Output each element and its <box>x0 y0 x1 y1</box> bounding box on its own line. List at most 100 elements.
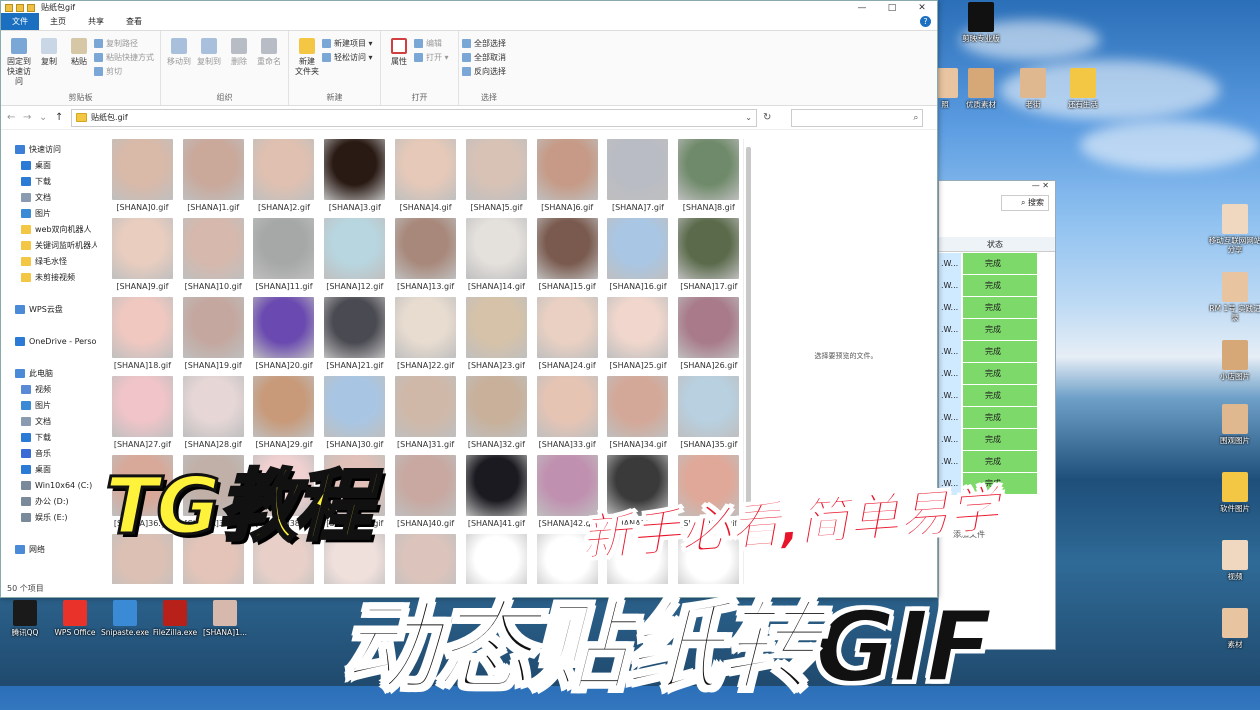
file-item[interactable]: [SHANA]5.gif <box>461 139 532 218</box>
file-item[interactable]: [SHANA]1.gif <box>178 139 249 218</box>
nav-item[interactable]: 图片 <box>1 205 97 221</box>
file-item[interactable]: [SHANA]32.gif <box>461 376 532 455</box>
paste-shortcut-button[interactable]: 粘贴快捷方式 <box>94 52 154 63</box>
nav-item[interactable]: 下载 <box>1 429 97 445</box>
tab-file[interactable]: 文件 <box>1 13 39 30</box>
nav-item[interactable]: 此电脑 <box>1 365 97 381</box>
select-all-button[interactable]: 全部选择 <box>462 38 506 49</box>
nav-item[interactable]: 绿毛水怪 <box>1 253 97 269</box>
nav-item[interactable]: 文档 <box>1 189 97 205</box>
minimize-button[interactable]: — <box>847 3 877 13</box>
file-item[interactable]: [SHANA]13.gif <box>390 218 461 297</box>
address-bar[interactable]: 贴纸包.gif ⌄ <box>71 108 757 127</box>
file-item[interactable]: [SHANA]9.gif <box>107 218 178 297</box>
nav-item[interactable]: 快速访问 <box>1 141 97 157</box>
desktop-icon[interactable]: 小店图片 <box>1206 340 1260 381</box>
desktop-shortcut[interactable]: WPS Office <box>50 600 100 637</box>
file-item[interactable]: [SHANA]14.gif <box>461 218 532 297</box>
nav-item[interactable]: 未剪接视频 <box>1 269 97 285</box>
quick-access-toolbar[interactable] <box>5 3 35 12</box>
dropdown-chevron-icon[interactable]: ⌄ <box>745 113 752 122</box>
help-icon[interactable]: ? <box>920 16 931 27</box>
forward-arrow-icon[interactable]: → <box>23 112 33 123</box>
easy-access-button[interactable]: 轻松访问 ▾ <box>322 52 373 63</box>
file-item[interactable]: [SHANA]19.gif <box>178 297 249 376</box>
nav-item[interactable]: 音乐 <box>1 445 97 461</box>
bg-window-controls[interactable]: — ✕ <box>939 181 1055 193</box>
nav-item[interactable]: WPS云盘 <box>1 301 97 317</box>
file-item[interactable]: [SHANA]25.gif <box>603 297 674 376</box>
nav-item[interactable]: 视频 <box>1 381 97 397</box>
desktop-icon[interactable]: 素材 <box>1206 608 1260 649</box>
copy-path-button[interactable]: 复制路径 <box>94 38 154 49</box>
file-item[interactable]: [SHANA]17.gif <box>673 218 743 297</box>
scrollbar-thumb[interactable] <box>746 147 751 507</box>
nav-item[interactable]: 关键词监听机器人 <box>1 237 97 253</box>
file-item[interactable]: [SHANA]7.gif <box>603 139 674 218</box>
desktop-icon[interactable]: 围观图片 <box>1206 404 1260 445</box>
bg-table-row[interactable]: .W... 完成 <box>939 275 1055 297</box>
file-item[interactable]: [SHANA]6.gif <box>532 139 603 218</box>
new-folder-icon[interactable] <box>27 3 35 12</box>
desktop-shortcut[interactable]: [SHANA]1... <box>200 600 250 637</box>
desktop-icon[interactable]: 剪映专业版 <box>952 2 1010 43</box>
nav-item[interactable]: 文档 <box>1 413 97 429</box>
file-item[interactable]: [SHANA]22.gif <box>390 297 461 376</box>
nav-item[interactable]: 桌面 <box>1 461 97 477</box>
nav-item[interactable]: 图片 <box>1 397 97 413</box>
file-item[interactable]: [SHANA]8.gif <box>673 139 743 218</box>
file-item[interactable]: [SHANA]20.gif <box>249 297 320 376</box>
bg-search-box[interactable]: ⌕ 搜索 <box>1001 195 1049 211</box>
file-item[interactable]: [SHANA]12.gif <box>319 218 390 297</box>
chevron-down-icon[interactable]: ⌄ <box>39 112 49 123</box>
file-item[interactable]: [SHANA]0.gif <box>107 139 178 218</box>
file-item[interactable]: [SHANA]31.gif <box>390 376 461 455</box>
open-button[interactable]: 打开 ▾ <box>414 52 449 63</box>
desktop-icon[interactable]: 软件图片 <box>1206 472 1260 513</box>
tab-view[interactable]: 查看 <box>115 13 153 30</box>
file-item[interactable]: [SHANA]24.gif <box>532 297 603 376</box>
edit-button[interactable]: 编辑 <box>414 38 449 49</box>
file-item[interactable]: [SHANA]40.gif <box>390 455 461 534</box>
select-none-button[interactable]: 全部取消 <box>462 52 506 63</box>
nav-item[interactable]: OneDrive - Perso <box>1 333 97 349</box>
desktop-icon[interactable]: 视频 <box>1206 540 1260 581</box>
nav-item[interactable]: 桌面 <box>1 157 97 173</box>
nav-item[interactable]: 网络 <box>1 541 97 557</box>
file-item[interactable]: [SHANA]33.gif <box>532 376 603 455</box>
bg-table-row[interactable]: .W... 完成 <box>939 363 1055 385</box>
nav-item[interactable]: 下载 <box>1 173 97 189</box>
maximize-button[interactable]: □ <box>877 3 907 13</box>
bg-table-row[interactable]: .W... 完成 <box>939 253 1055 275</box>
nav-item[interactable]: 娱乐 (E:) <box>1 509 97 525</box>
file-item[interactable]: [SHANA]16.gif <box>603 218 674 297</box>
file-item[interactable]: [SHANA]10.gif <box>178 218 249 297</box>
desktop-shortcut[interactable]: FileZilla.exe <box>150 600 200 637</box>
cut-button[interactable]: 剪切 <box>94 66 154 77</box>
bg-table-row[interactable]: .W... 完成 <box>939 385 1055 407</box>
tab-share[interactable]: 共享 <box>77 13 115 30</box>
nav-item[interactable]: Win10x64 (C:) <box>1 477 97 493</box>
file-item[interactable]: [SHANA]35.gif <box>673 376 743 455</box>
file-item[interactable]: [SHANA]4.gif <box>390 139 461 218</box>
nav-item[interactable]: 办公 (D:) <box>1 493 97 509</box>
desktop-icon[interactable]: RM 1号 实践记录 <box>1206 272 1260 322</box>
close-button[interactable]: ✕ <box>907 3 937 13</box>
bg-table-row[interactable]: .W... 完成 <box>939 297 1055 319</box>
file-item[interactable]: [SHANA]26.gif <box>673 297 743 376</box>
file-item[interactable]: [SHANA]23.gif <box>461 297 532 376</box>
file-item[interactable]: [SHANA]21.gif <box>319 297 390 376</box>
desktop-icon[interactable]: 优质素材 <box>952 68 1010 109</box>
new-item-button[interactable]: 新建项目 ▾ <box>322 38 373 49</box>
properties-icon[interactable] <box>16 3 24 12</box>
desktop-icon[interactable]: 移动互联网网站分享 <box>1206 204 1260 254</box>
file-item[interactable]: [SHANA]3.gif <box>319 139 390 218</box>
file-item[interactable]: [SHANA]2.gif <box>249 139 320 218</box>
bg-table-row[interactable]: .W... 完成 <box>939 319 1055 341</box>
file-item[interactable]: [SHANA]18.gif <box>107 297 178 376</box>
bg-table-row[interactable]: .W... 完成 <box>939 407 1055 429</box>
bg-table-row[interactable]: .W... 完成 <box>939 341 1055 363</box>
back-arrow-icon[interactable]: ← <box>7 112 17 123</box>
refresh-icon[interactable]: ↻ <box>763 112 771 123</box>
bg-table-row[interactable]: .W... 完成 <box>939 429 1055 451</box>
